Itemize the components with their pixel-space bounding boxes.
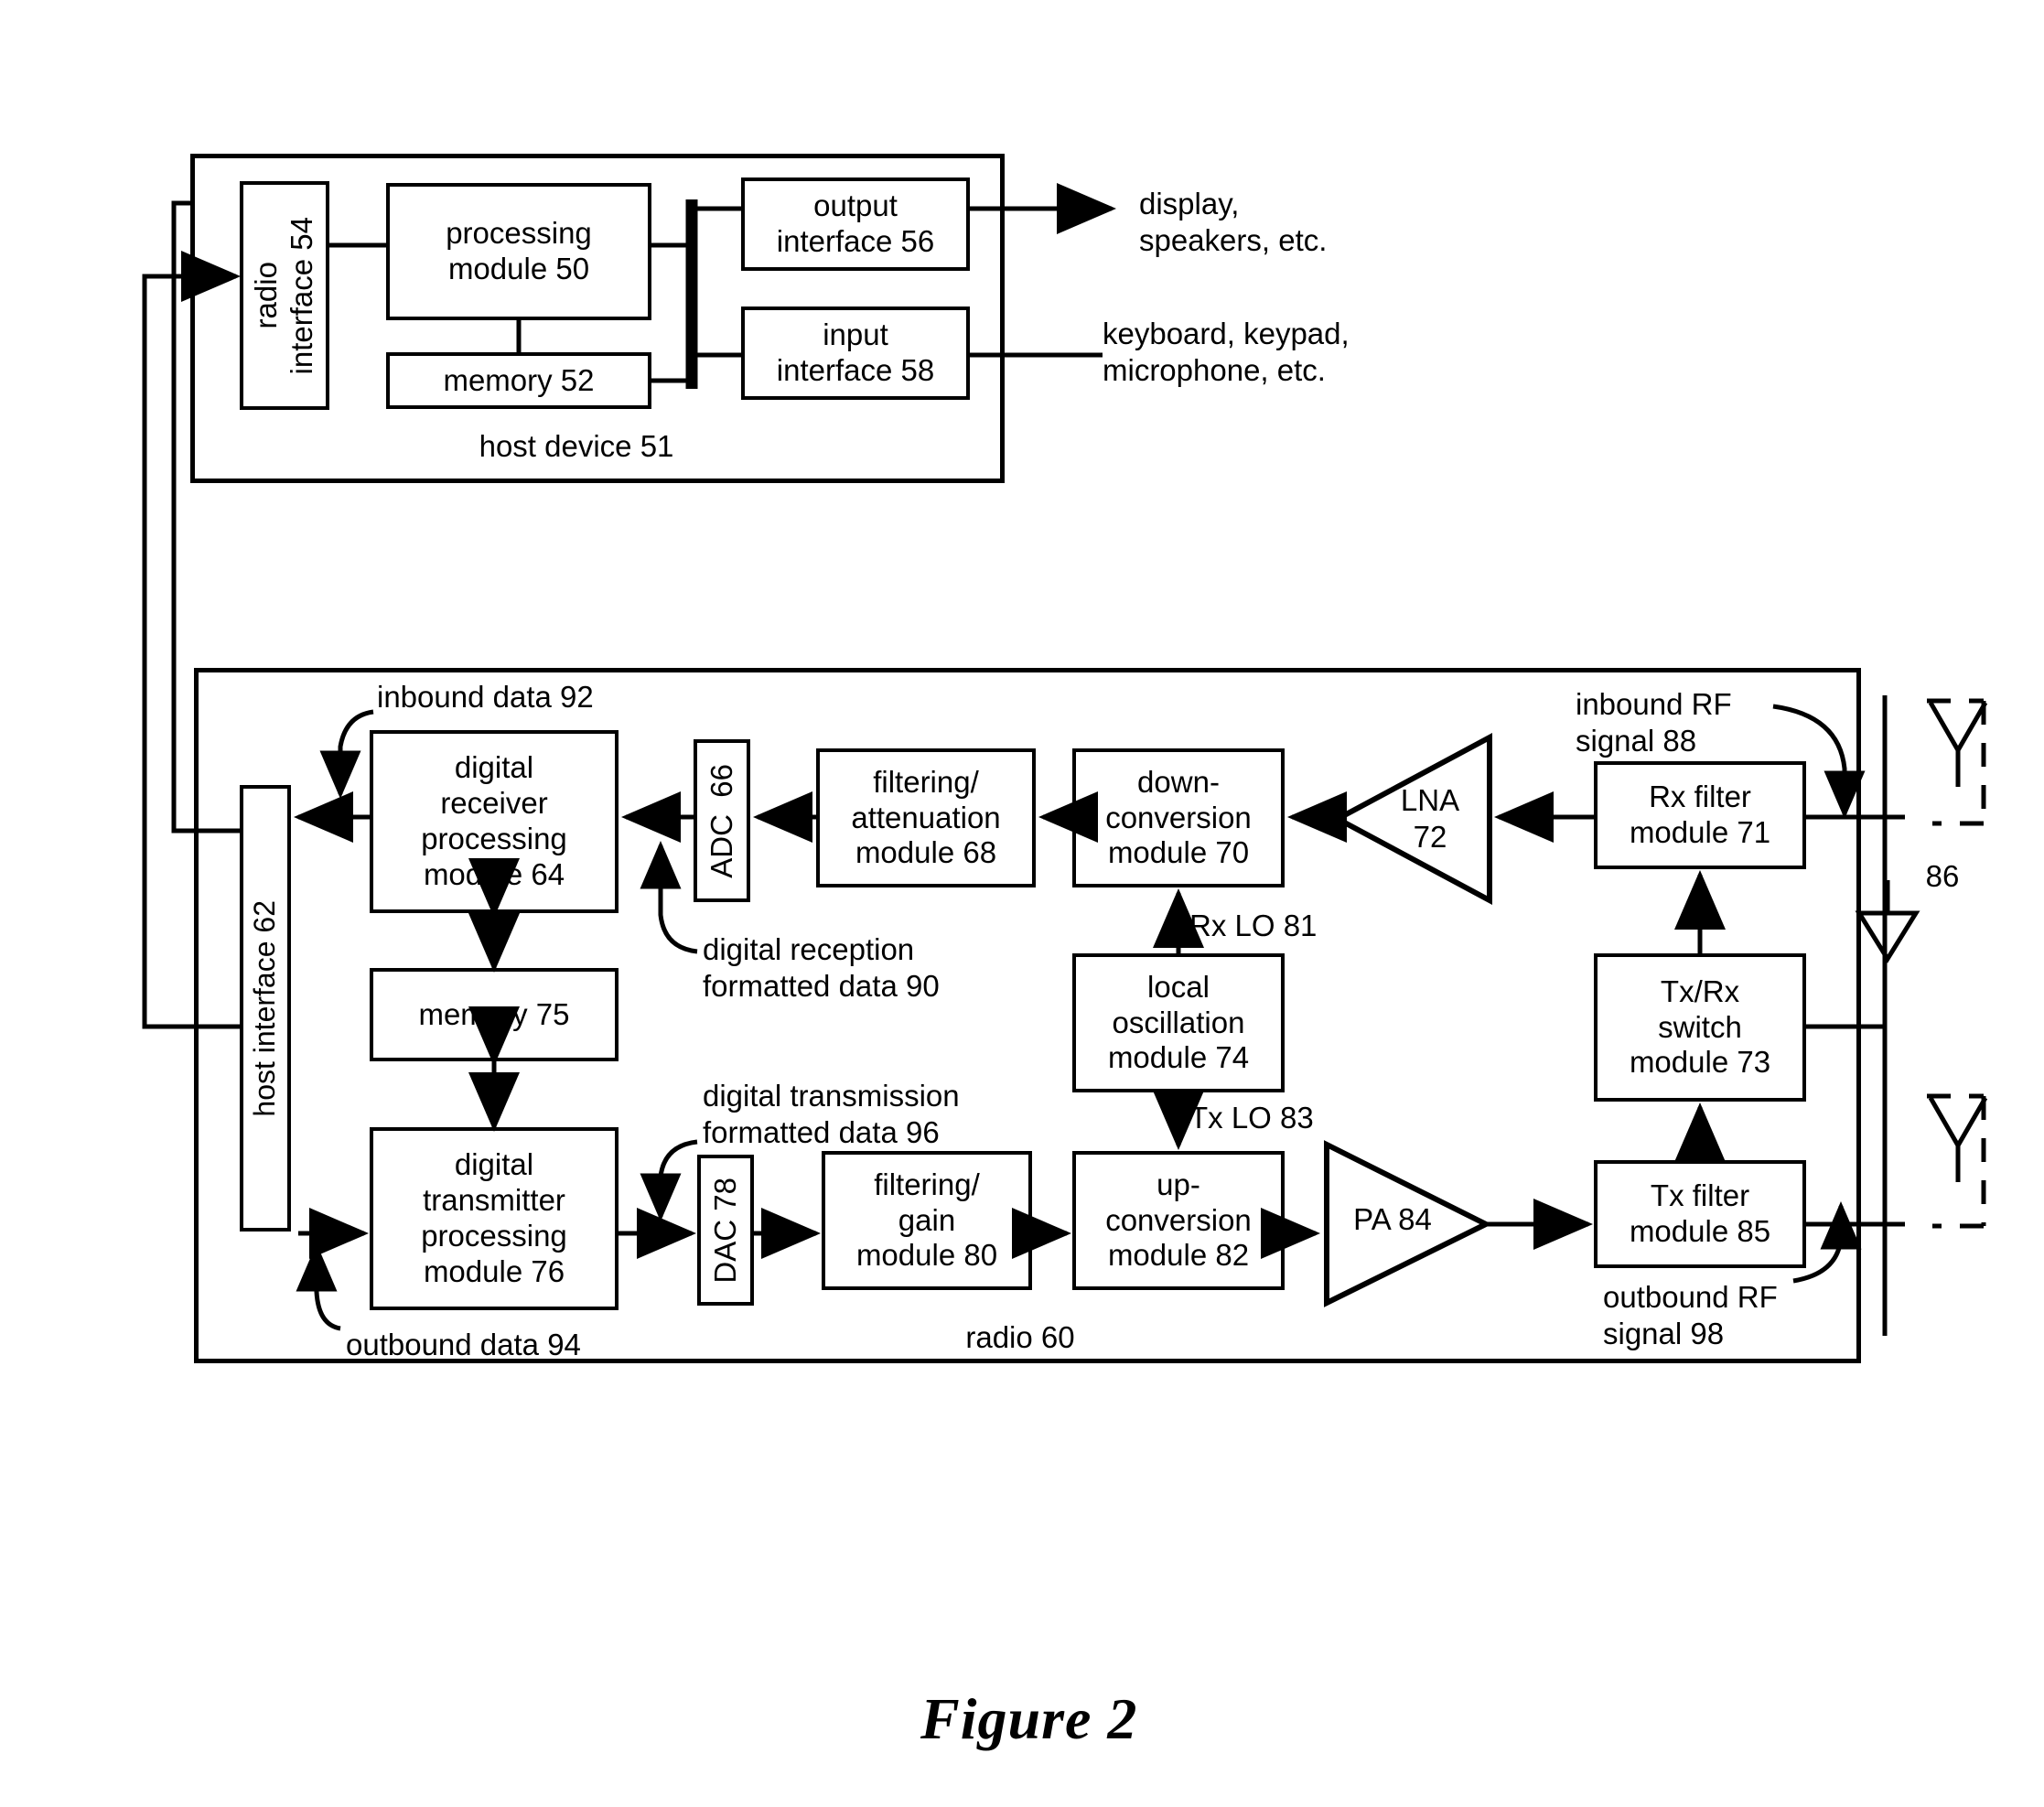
digital-transmitter-processing-module-76-block: digital transmitter processing module 76 bbox=[370, 1127, 619, 1310]
output-interface-56-label: output interface 56 bbox=[776, 188, 935, 258]
local-oscillation-module-74-block: local oscillation module 74 bbox=[1072, 953, 1285, 1092]
memory-52-label: memory 52 bbox=[443, 362, 595, 397]
radio-interface-54-block: radio interface 54 bbox=[240, 181, 329, 410]
lna-72-label: LNA 72 bbox=[1400, 783, 1460, 854]
radio-interface-54-label: radio interface 54 bbox=[249, 216, 318, 375]
adc-66-label: ADC 66 bbox=[704, 763, 738, 878]
digital-transmission-formatted-data-96-label: digital transmission formatted data 96 bbox=[703, 1079, 960, 1149]
up-conversion-module-82-label: up- conversion module 82 bbox=[1105, 1167, 1252, 1273]
filtering-gain-module-80-label: filtering/ gain module 80 bbox=[855, 1167, 998, 1273]
memory-75-label: memory 75 bbox=[418, 996, 570, 1031]
input-devices-label: keyboard, keypad, microphone, etc. bbox=[1103, 317, 1350, 387]
filtering-attenuation-module-68-label: filtering/ attenuation module 68 bbox=[851, 764, 1001, 870]
dac-78-label: DAC 78 bbox=[707, 1177, 742, 1284]
antenna-86-label: 86 bbox=[1925, 859, 1960, 893]
digital-transmitter-processing-module-76-label: digital transmitter processing module 76 bbox=[421, 1147, 567, 1288]
processing-module-50-label: processing module 50 bbox=[446, 216, 592, 285]
input-interface-58-label: input interface 58 bbox=[776, 317, 935, 387]
dac-78-block: DAC 78 bbox=[697, 1155, 754, 1306]
input-interface-58-block: input interface 58 bbox=[741, 307, 970, 400]
host-device-51-label: host device 51 bbox=[479, 429, 674, 463]
rx-filter-module-71-label: Rx filter module 71 bbox=[1629, 780, 1771, 849]
processing-module-50-block: processing module 50 bbox=[386, 183, 651, 320]
digital-receiver-processing-module-64-label: digital receiver processing module 64 bbox=[421, 750, 567, 891]
memory-75-block: memory 75 bbox=[370, 968, 619, 1061]
filtering-gain-module-80-block: filtering/ gain module 80 bbox=[822, 1151, 1032, 1290]
up-conversion-module-82-block: up- conversion module 82 bbox=[1072, 1151, 1285, 1290]
host-interface-62-label: host interface 62 bbox=[248, 899, 282, 1117]
figure-caption: Figure 2 bbox=[920, 1686, 1138, 1751]
patent-figure-2: radio interface 54 processing module 50 … bbox=[0, 0, 2044, 1807]
local-oscillation-module-74-label: local oscillation module 74 bbox=[1107, 969, 1250, 1075]
tx-rx-switch-module-73-block: Tx/Rx switch module 73 bbox=[1594, 953, 1806, 1102]
rx-lo-81-label: Rx LO 81 bbox=[1189, 909, 1318, 942]
inbound-data-92-label: inbound data 92 bbox=[377, 680, 594, 714]
adc-66-block: ADC 66 bbox=[694, 739, 750, 902]
down-conversion-module-70-label: down- conversion module 70 bbox=[1105, 764, 1252, 870]
filtering-attenuation-module-68-block: filtering/ attenuation module 68 bbox=[816, 748, 1036, 887]
memory-52-block: memory 52 bbox=[386, 352, 651, 409]
pa-84-label: PA 84 bbox=[1353, 1202, 1432, 1236]
tx-filter-module-85-block: Tx filter module 85 bbox=[1594, 1160, 1806, 1268]
host-interface-62-block: host interface 62 bbox=[240, 785, 291, 1232]
rx-filter-module-71-block: Rx filter module 71 bbox=[1594, 761, 1806, 869]
tx-lo-83-label: Tx LO 83 bbox=[1189, 1101, 1314, 1135]
digital-receiver-processing-module-64-block: digital receiver processing module 64 bbox=[370, 730, 619, 913]
tx-filter-module-85-label: Tx filter module 85 bbox=[1629, 1178, 1771, 1248]
radio-60-label: radio 60 bbox=[965, 1320, 1075, 1354]
inbound-rf-signal-88-label: inbound RF signal 88 bbox=[1576, 687, 1732, 758]
output-devices-label: display, speakers, etc. bbox=[1139, 187, 1328, 257]
outbound-data-94-label: outbound data 94 bbox=[346, 1328, 581, 1361]
down-conversion-module-70-block: down- conversion module 70 bbox=[1072, 748, 1285, 887]
output-interface-56-block: output interface 56 bbox=[741, 177, 970, 271]
outbound-rf-signal-98-label: outbound RF signal 98 bbox=[1603, 1280, 1778, 1350]
digital-reception-formatted-data-90-label: digital reception formatted data 90 bbox=[703, 932, 940, 1003]
tx-rx-switch-module-73-label: Tx/Rx switch module 73 bbox=[1629, 973, 1771, 1080]
